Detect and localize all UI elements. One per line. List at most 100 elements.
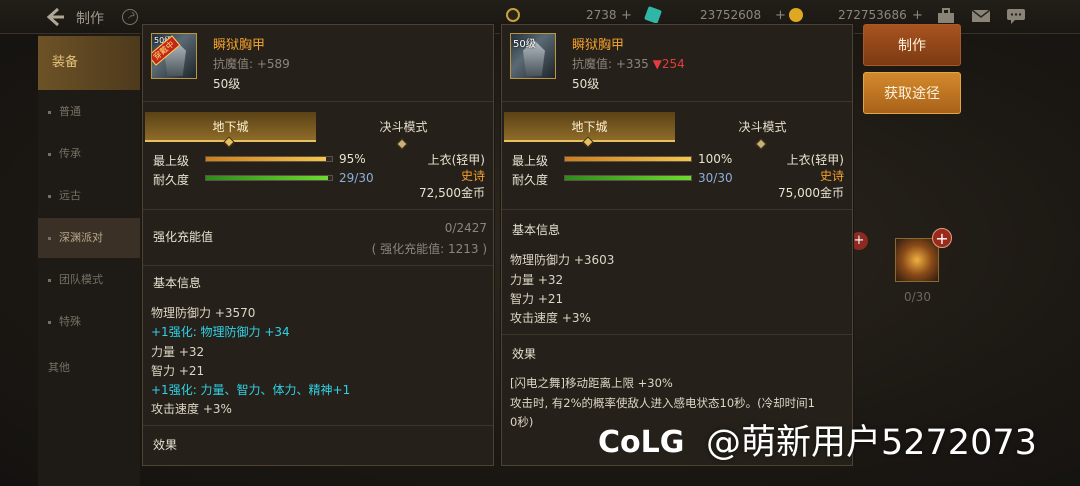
gold-coin-icon (789, 8, 803, 22)
help-icon[interactable]: ? (118, 5, 142, 29)
price: 75,000金币 (778, 186, 844, 200)
slot-type: 上衣(轻甲) (427, 153, 485, 167)
max-level-fill (206, 157, 326, 161)
craft-item-tooltip: 50级 瞬狱胸甲 抗魔值: +335 ▼254 50级 地下城 决斗模式 最上级… (501, 24, 853, 466)
divider (502, 209, 852, 210)
stat-line: 物理防御力 +3570 (151, 306, 256, 320)
durability-bar (564, 175, 692, 181)
durability-label: 耐久度 (153, 173, 190, 187)
stat-line: 攻击速度 +3% (510, 311, 591, 325)
max-level-bar (564, 156, 692, 162)
divider (143, 209, 493, 210)
sidebar-item-raid[interactable]: 团队模式 (38, 260, 140, 300)
stat-line: 攻击速度 +3% (151, 402, 232, 416)
add-slot-icon[interactable]: + (932, 228, 952, 248)
sidebar-item-equipment[interactable]: 装备 (38, 36, 140, 90)
bag-icon[interactable] (936, 8, 956, 24)
stat-line: 智力 +21 (151, 364, 205, 378)
back-arrow-icon[interactable] (44, 6, 66, 28)
category-sidebar: 装备 普通 传承 远古 深渊派对 团队模式 特殊 其他 (38, 34, 140, 486)
sidebar-item-ancient[interactable]: 远古 (38, 176, 140, 216)
effect-line: 攻击时, 有2%的概率使敌人进入感电状态10秒。(冷却时间1 (510, 396, 815, 410)
divider (143, 425, 493, 426)
stat-line: 物理防御力 +3603 (510, 253, 615, 267)
item-name: 瞬狱胸甲 (213, 38, 266, 53)
item-icon: 50级 (510, 33, 556, 79)
chat-icon[interactable] (1006, 8, 1026, 24)
max-level-bar (205, 156, 333, 162)
durability-value: 29/30 (339, 171, 374, 185)
currency-crystal-value: 2375260‌8 (700, 8, 762, 22)
durability-fill (565, 176, 691, 180)
sidebar-item-abyss[interactable]: 深渊派对 (38, 218, 140, 258)
divider (143, 265, 493, 266)
item-icon: 50级 穿戴中 (151, 33, 197, 79)
crystal-icon (644, 6, 662, 24)
basic-info-title: 基本信息 (153, 276, 202, 290)
divider (502, 334, 852, 335)
tab-marker-icon (396, 138, 408, 150)
divider (143, 101, 493, 102)
page-title: 制作 (76, 11, 104, 27)
effect-line: [闪电之舞]移动距离上限 +30% (510, 376, 673, 390)
tab-dungeon[interactable]: 地下城 (504, 112, 675, 148)
tab-dungeon[interactable]: 地下城 (145, 112, 316, 148)
max-level-value: 100% (698, 152, 733, 166)
stat-line: +1强化: 力量、智力、体力、精神+1 (151, 383, 351, 397)
basic-info-title: 基本信息 (512, 223, 561, 237)
material-count: 0/30 (904, 290, 931, 304)
resist-diff: ▼254 (652, 57, 685, 71)
moon-icon (506, 8, 520, 22)
make-button[interactable]: 制作 (863, 24, 961, 66)
equipped-item-tooltip: 50级 穿戴中 瞬狱胸甲 抗魔值: +589 50级 地下城 决斗模式 最上级 … (142, 24, 494, 466)
obtain-route-button[interactable]: 获取途径 (863, 72, 961, 114)
rarity: 史诗 (819, 169, 844, 183)
tab-duel[interactable]: 决斗模式 (677, 112, 848, 150)
max-level-value: 95% (339, 152, 366, 166)
divider (502, 101, 852, 102)
durability-value: 30/30 (698, 171, 733, 185)
max-level-label: 最上级 (153, 154, 190, 168)
currency-crystal-add[interactable]: + (775, 8, 786, 23)
charge-sub: ( 强化充能值: 1213 ) (371, 242, 487, 256)
item-resist: 抗魔值: +589 (213, 57, 290, 71)
effect-title: 效果 (512, 347, 537, 361)
tab-marker-icon (582, 136, 594, 148)
effect-title: 效果 (153, 438, 178, 452)
stat-line: 智力 +21 (510, 292, 564, 306)
currency-gold-add[interactable]: + (912, 8, 923, 23)
tab-marker-icon (755, 138, 767, 150)
rarity: 史诗 (460, 169, 485, 183)
sidebar-item-normal[interactable]: 普通 (38, 92, 140, 132)
effect-line: 0秒) (510, 415, 534, 429)
mode-tabs: 地下城 决斗模式 (504, 112, 850, 150)
currency-moon-value: 2738 (586, 8, 617, 22)
item-name: 瞬狱胸甲 (572, 38, 625, 53)
item-level: 50级 (572, 77, 600, 91)
sidebar-item-special[interactable]: 特殊 (38, 302, 140, 342)
tab-duel[interactable]: 决斗模式 (318, 112, 489, 150)
sidebar-item-inherit[interactable]: 传承 (38, 134, 140, 174)
item-level: 50级 (213, 77, 241, 91)
sidebar-item-other[interactable]: 其他 (38, 348, 140, 388)
mail-icon[interactable] (971, 8, 991, 24)
stat-line: 力量 +32 (510, 273, 564, 287)
stat-line: +1强化: 物理防御力 +34 (151, 325, 290, 339)
item-resist: 抗魔值: +335 ▼254 (572, 57, 685, 71)
currency-gold-value: 272753686 (838, 8, 907, 22)
material-slot[interactable] (895, 238, 939, 282)
tab-marker-icon (223, 136, 235, 148)
colg-logo-icon: CoLG (598, 425, 684, 460)
price: 72,500金币 (419, 186, 485, 200)
item-level-tag: 50级 (513, 39, 536, 50)
max-level-label: 最上级 (512, 154, 549, 168)
charge-title: 强化充能值 (153, 230, 214, 244)
max-level-fill (565, 157, 691, 161)
durability-label: 耐久度 (512, 173, 549, 187)
durability-fill (206, 176, 328, 180)
charge-value: 0/2427 (444, 221, 487, 235)
svg-text:CoLG: CoLG (598, 425, 684, 460)
mode-tabs: 地下城 决斗模式 (145, 112, 491, 150)
currency-moon-add[interactable]: + (621, 8, 632, 23)
watermark-text: @萌新用户5272073 (706, 423, 1037, 463)
